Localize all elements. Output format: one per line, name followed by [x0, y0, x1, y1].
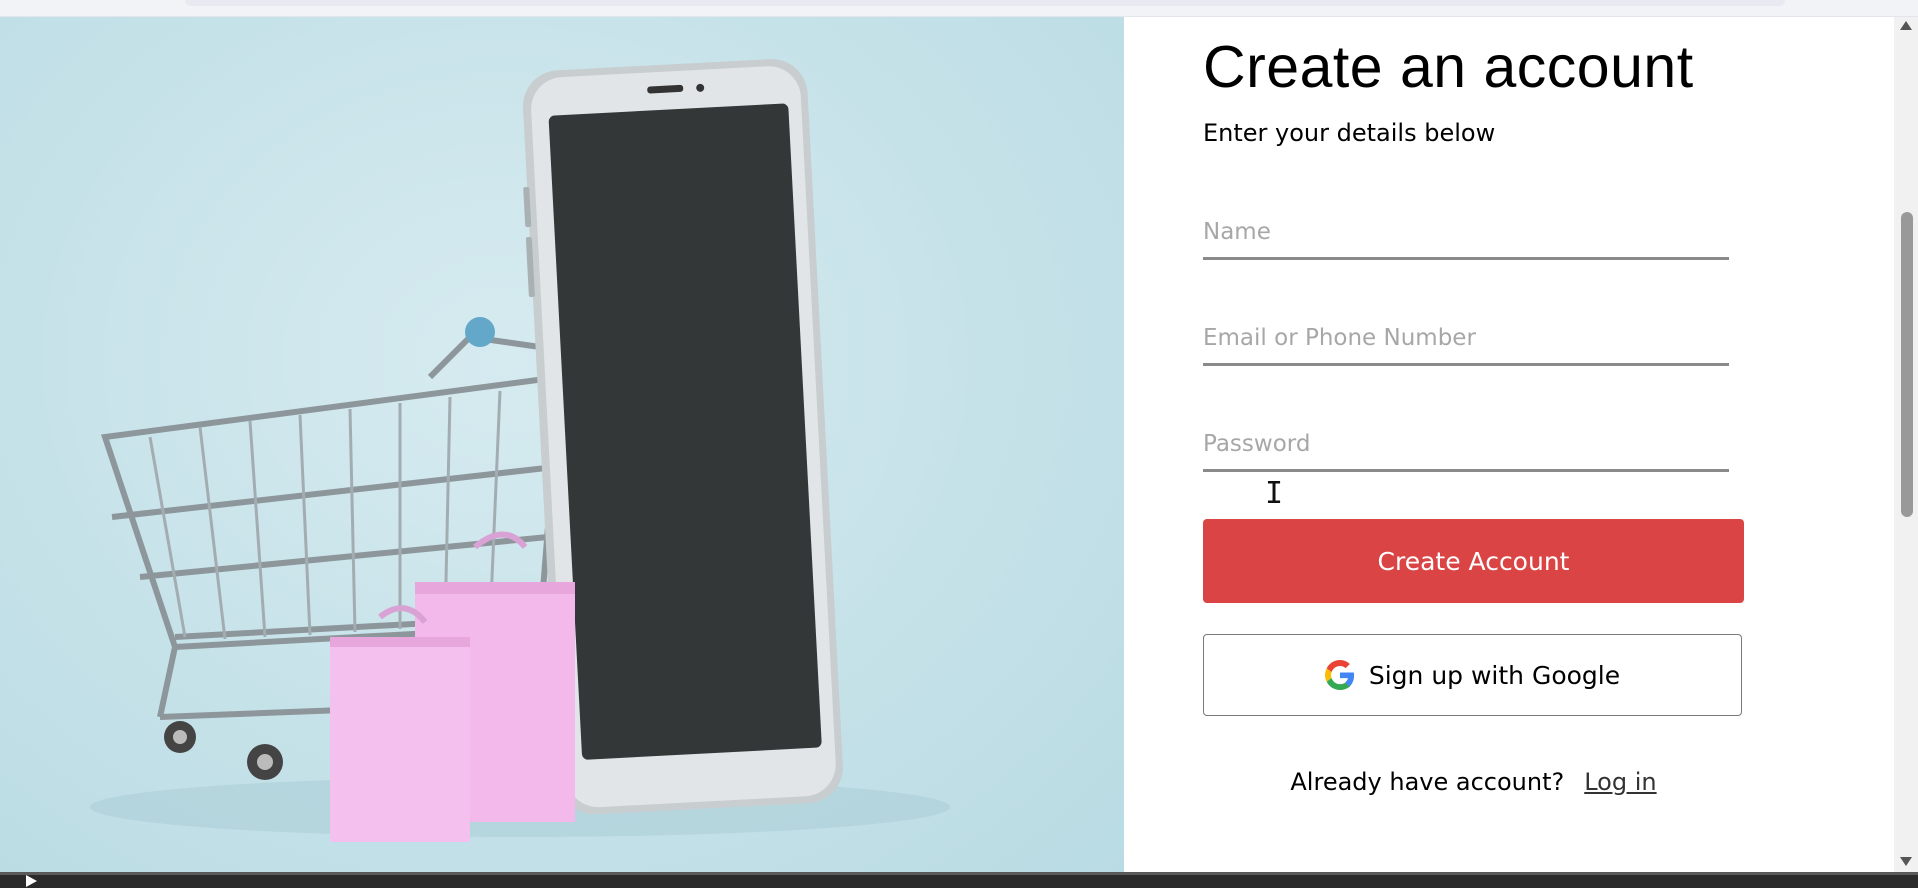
signup-form: Create an account Enter your details bel… — [1124, 17, 1894, 872]
text-cursor-icon: I — [1265, 476, 1284, 511]
shopping-illustration — [90, 59, 950, 842]
google-signup-button[interactable]: Sign up with Google — [1203, 634, 1742, 716]
page-subtitle: Enter your details below — [1203, 119, 1496, 147]
login-prompt: Already have account? — [1290, 768, 1565, 796]
create-account-button[interactable]: Create Account — [1203, 519, 1744, 603]
video-player-bar — [0, 872, 1918, 888]
scroll-down-icon[interactable] — [1900, 857, 1912, 866]
scroll-up-icon[interactable] — [1900, 21, 1912, 30]
google-button-label: Sign up with Google — [1368, 660, 1621, 690]
login-link[interactable]: Log in — [1584, 768, 1656, 796]
hero-image — [0, 17, 1124, 872]
page-title: Create an account — [1203, 34, 1694, 100]
browser-top-strip — [0, 0, 1918, 17]
password-input[interactable] — [1203, 419, 1729, 472]
name-input[interactable] — [1203, 207, 1729, 260]
scroll-thumb[interactable] — [1901, 212, 1913, 517]
vertical-scrollbar[interactable] — [1894, 17, 1918, 872]
login-row: Already have account? Log in — [1203, 768, 1744, 796]
play-icon[interactable] — [26, 875, 37, 887]
address-bar-edge — [185, 0, 1785, 6]
email-or-phone-input[interactable] — [1203, 313, 1729, 366]
google-g-icon — [1324, 660, 1354, 690]
video-progress[interactable] — [0, 872, 1918, 875]
